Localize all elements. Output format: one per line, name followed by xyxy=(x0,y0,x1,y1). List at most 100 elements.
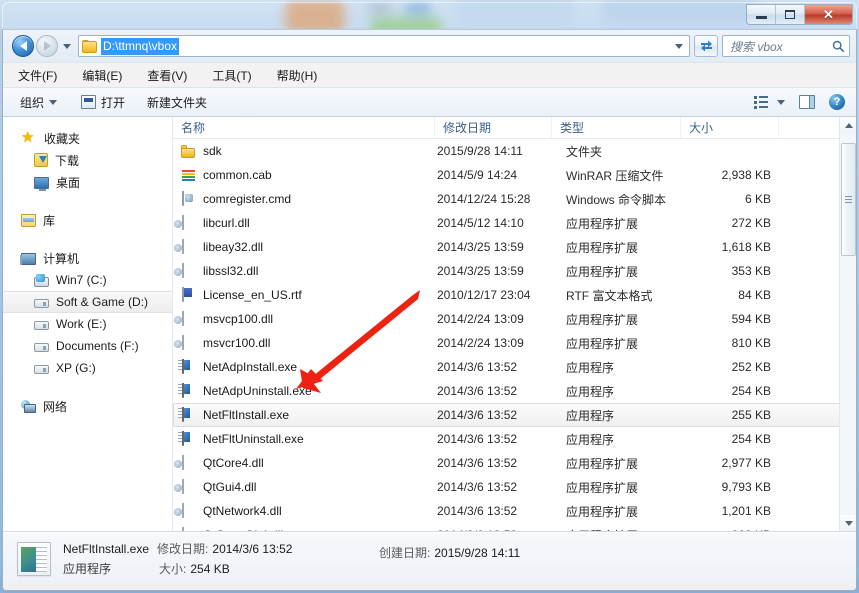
table-row[interactable]: License_en_US.rtf 2010/12/17 23:04 RTF 富文本… xyxy=(173,283,856,307)
menu-file[interactable]: 文件(F) xyxy=(15,65,60,86)
cell-file-type: 文件夹 xyxy=(566,144,603,159)
search-icon xyxy=(832,40,845,52)
table-row[interactable]: msvcp100.dll 2014/2/24 13:09 应用程序扩展 594 KB xyxy=(173,307,856,331)
open-button[interactable]: 打开 xyxy=(76,91,130,114)
back-button[interactable] xyxy=(12,35,34,57)
menu-edit[interactable]: 编辑(E) xyxy=(79,65,125,86)
menu-help[interactable]: 帮助(H) xyxy=(274,65,321,86)
cell-file-name: License_en_US.rtf xyxy=(174,287,436,303)
cell-file-name: sdk xyxy=(174,143,436,159)
table-row[interactable]: NetFltInstall.exe 2014/3/6 13:52 应用程序 255 K… xyxy=(173,403,856,427)
file-name-text: msvcp100.dll xyxy=(203,312,274,326)
file-list-scrollbar[interactable] xyxy=(839,117,856,531)
menu-bar: 文件(F) 编辑(E) 查看(V) 工具(T) 帮助(H) xyxy=(3,62,856,87)
navigation-pane: ★ 收藏夹 下载 桌面 库 计算机 Win7 (C:) Soft & Game … xyxy=(3,117,173,531)
cell-file-name: QtNetwork4.dll xyxy=(174,503,436,519)
cell-date-modified: 2015/9/28 14:11 xyxy=(437,144,523,158)
table-row[interactable]: libcurl.dll 2014/5/12 14:10 应用程序扩展 272 KB xyxy=(173,211,856,235)
chevron-up-icon xyxy=(844,123,853,128)
cell-file-name: NetAdpInstall.exe xyxy=(174,359,436,375)
table-row[interactable]: comregister.cmd 2014/12/24 15:28 Windows 命… xyxy=(173,187,856,211)
table-row[interactable]: libssl32.dll 2014/3/25 13:59 应用程序扩展 353 KB xyxy=(173,259,856,283)
table-row[interactable]: QtNetwork4.dll 2014/3/6 13:52 应用程序扩展 1,201 … xyxy=(173,499,856,523)
scroll-down-button[interactable] xyxy=(840,515,856,531)
library-icon xyxy=(21,213,36,227)
details-line-3: 创建日期: 2015/9/28 14:11 xyxy=(379,544,579,561)
cell-file-type: 应用程序扩展 xyxy=(566,480,639,495)
application-icon xyxy=(181,383,197,399)
nav-label: 库 xyxy=(43,213,56,228)
nav-drive-d[interactable]: Soft & Game (D:) xyxy=(3,291,172,313)
nav-libraries[interactable]: 库 xyxy=(3,209,172,231)
nav-drive-e[interactable]: Work (E:) xyxy=(3,313,172,335)
dll-icon xyxy=(181,311,197,327)
minimize-button[interactable] xyxy=(747,5,776,24)
file-name-text: QtCore4.dll xyxy=(203,456,264,470)
nav-group-libraries: 库 xyxy=(3,209,172,231)
table-row[interactable]: common.cab 2014/5/9 14:24 WinRAR 压缩文件 2,938… xyxy=(173,163,856,187)
organize-label: 组织 xyxy=(20,95,45,110)
table-row[interactable]: QtGui4.dll 2014/3/6 13:52 应用程序扩展 9,793 KB xyxy=(173,475,856,499)
table-row[interactable]: NetFltUninstall.exe 2014/3/6 13:52 应用程序 254… xyxy=(173,427,856,451)
drive-icon xyxy=(34,299,49,308)
change-view-dropdown[interactable] xyxy=(777,97,790,108)
maximize-icon xyxy=(785,10,795,19)
help-icon: ? xyxy=(829,94,845,110)
table-row[interactable]: NetAdpInstall.exe 2014/3/6 13:52 应用程序 252 K… xyxy=(173,355,856,379)
table-row[interactable]: msvcr100.dll 2014/2/24 13:09 应用程序扩展 810 KB xyxy=(173,331,856,355)
change-view-button[interactable] xyxy=(749,93,773,112)
preview-pane-button[interactable] xyxy=(794,92,820,112)
menu-tools[interactable]: 工具(T) xyxy=(209,65,254,86)
forward-arrow-icon xyxy=(43,41,51,51)
table-row[interactable]: QtOpenGL4.dll 2014/3/6 13:52应用程序扩展868 KB xyxy=(173,523,856,531)
nav-drive-f[interactable]: Documents (F:) xyxy=(3,335,172,357)
address-dropdown-button[interactable] xyxy=(671,36,687,56)
file-name-text: NetAdpUninstall.exe xyxy=(203,384,312,398)
refresh-button[interactable] xyxy=(694,35,718,57)
address-bar[interactable]: D:\ttmnq\vbox xyxy=(78,35,690,57)
cell-file-type: 应用程序扩展 xyxy=(566,264,639,279)
file-rows-container: sdk 2015/9/28 14:11 文件夹 common.cab 2014/5/9 … xyxy=(173,139,856,531)
cell-file-size: 2,977 KB xyxy=(721,456,771,470)
cell-file-size: 353 KB xyxy=(731,264,771,278)
table-row[interactable]: QtCore4.dll 2014/3/6 13:52 应用程序扩展 2,977 KB xyxy=(173,451,856,475)
table-row[interactable]: libeay32.dll 2014/3/25 13:59 应用程序扩展 1,618 K… xyxy=(173,235,856,259)
menu-view[interactable]: 查看(V) xyxy=(144,65,190,86)
search-input[interactable]: 搜索 vbox xyxy=(730,38,832,55)
nav-drive-c[interactable]: Win7 (C:) xyxy=(3,269,172,291)
nav-favorites[interactable]: ★ 收藏夹 xyxy=(3,127,172,149)
cell-file-size: 9,793 KB xyxy=(721,480,771,494)
new-folder-button[interactable]: 新建文件夹 xyxy=(142,91,212,114)
cell-file-type: 应用程序扩展 xyxy=(566,240,639,255)
folder-icon xyxy=(82,39,97,53)
maximize-button[interactable] xyxy=(776,5,805,24)
col-type[interactable]: 类型 xyxy=(552,117,681,139)
recent-pages-dropdown[interactable] xyxy=(60,43,74,49)
table-row[interactable]: NetAdpUninstall.exe 2014/3/6 13:52 应用程序 254… xyxy=(173,379,856,403)
details-file-name: NetFltInstall.exe xyxy=(63,541,150,556)
nav-drive-g[interactable]: XP (G:) xyxy=(3,357,172,379)
help-button[interactable]: ? xyxy=(824,91,850,113)
scroll-up-button[interactable] xyxy=(840,117,856,134)
cell-date-modified: 2014/3/6 13:52 xyxy=(437,408,518,422)
col-name[interactable]: 名称 xyxy=(173,117,435,139)
organize-button[interactable]: 组织 xyxy=(15,91,62,114)
nav-label: 收藏夹 xyxy=(44,131,81,146)
search-box[interactable]: 搜索 vbox xyxy=(722,35,850,57)
col-size[interactable]: 大小 xyxy=(681,117,779,139)
nav-network[interactable]: 网络 xyxy=(3,395,172,417)
table-row[interactable]: sdk 2015/9/28 14:11 文件夹 xyxy=(173,139,856,163)
nav-downloads[interactable]: 下载 xyxy=(3,149,172,171)
cell-file-type: 应用程序 xyxy=(566,384,615,399)
file-name-text: NetAdpInstall.exe xyxy=(203,360,298,374)
nav-computer[interactable]: 计算机 xyxy=(3,247,172,269)
cell-file-type: 应用程序扩展 xyxy=(566,456,639,471)
col-date-modified[interactable]: 修改日期 xyxy=(435,117,552,139)
nav-desktop[interactable]: 桌面 xyxy=(3,171,172,193)
dll-icon xyxy=(181,503,197,519)
cell-date-modified: 2014/3/25 13:59 xyxy=(437,264,524,278)
forward-button[interactable] xyxy=(36,35,58,57)
scrollbar-thumb[interactable] xyxy=(841,143,856,256)
close-button[interactable]: ✕ xyxy=(805,5,852,24)
